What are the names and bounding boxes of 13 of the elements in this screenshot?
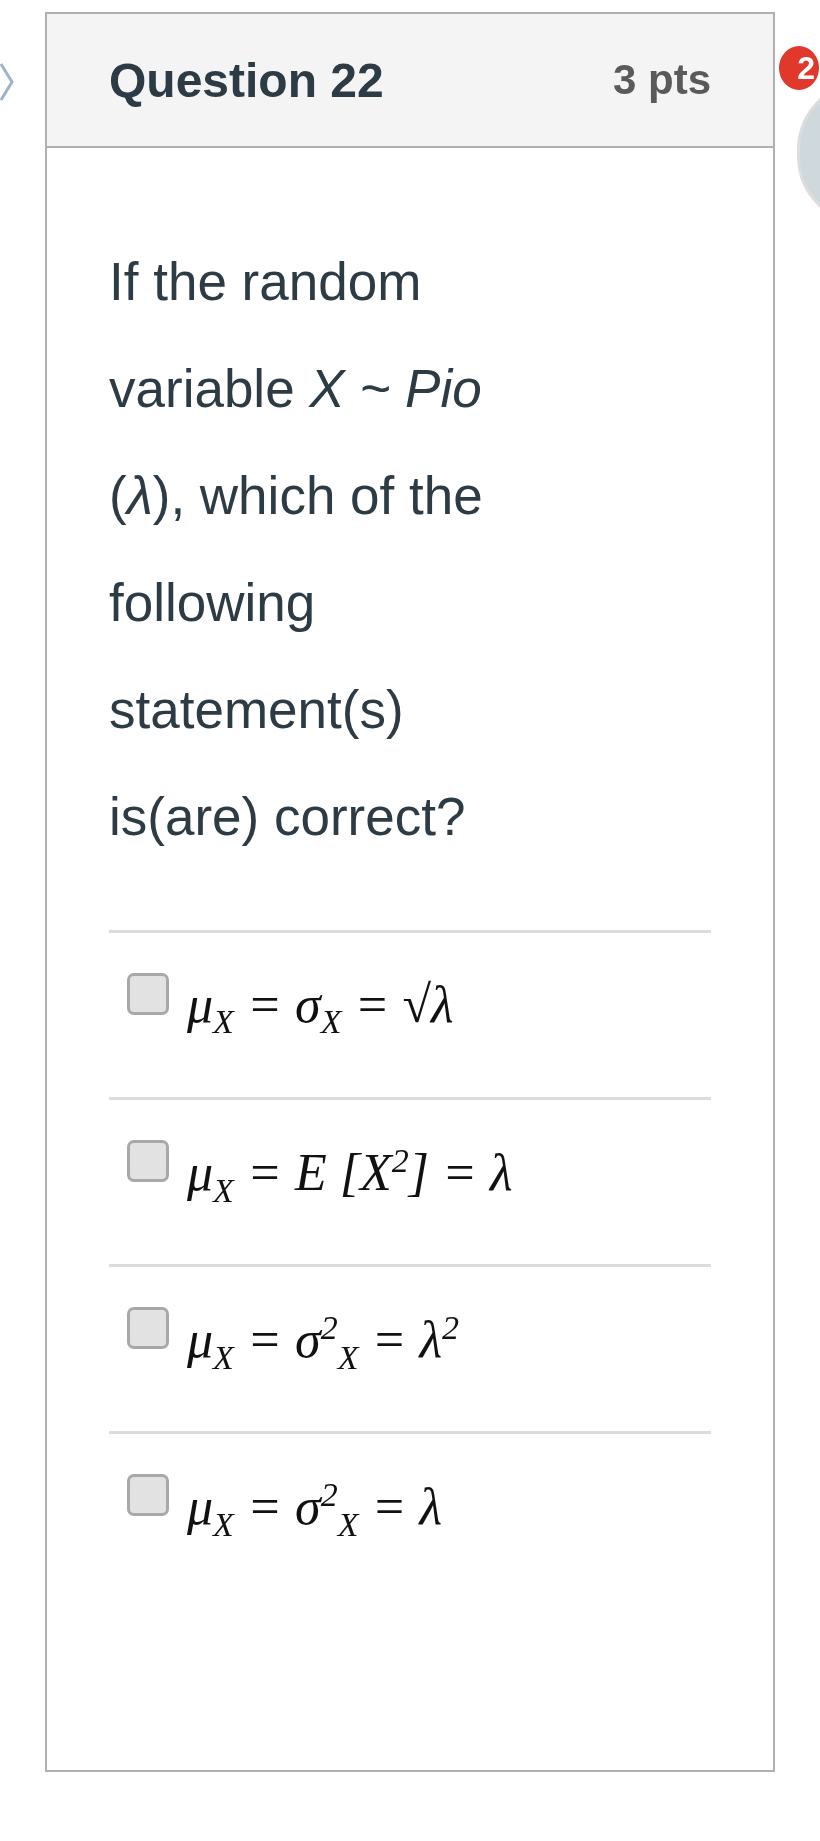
notification-badge: 2 — [779, 46, 819, 90]
answer-checkbox[interactable] — [127, 1140, 169, 1182]
answer-checkbox[interactable] — [127, 973, 169, 1015]
answer-checkbox[interactable] — [127, 1307, 169, 1349]
chevron-right-icon[interactable] — [0, 62, 14, 102]
points-label: 3 pts — [612, 56, 711, 104]
answer-formula: μ$_{X}$ = σ$^{2}$$_{X}$ = λ$^{2}$ — [187, 1308, 460, 1377]
answer-formula: μ$_{X}$ = E [X$^{2}$] = λ — [187, 1141, 513, 1210]
answer-formula: μ$_{X}$ = σ$_{X}$ = √λ — [187, 975, 454, 1042]
answer-formula: μ$_{X}$ = σ$^{2}$$_{X}$ = λ — [187, 1475, 443, 1544]
question-text: If the random variable X ~ Pio (λ), which of the following statement(s) is(are) correct? — [109, 251, 484, 848]
question-title: Question 22 — [109, 52, 384, 108]
answer-checkbox[interactable] — [127, 1474, 169, 1516]
